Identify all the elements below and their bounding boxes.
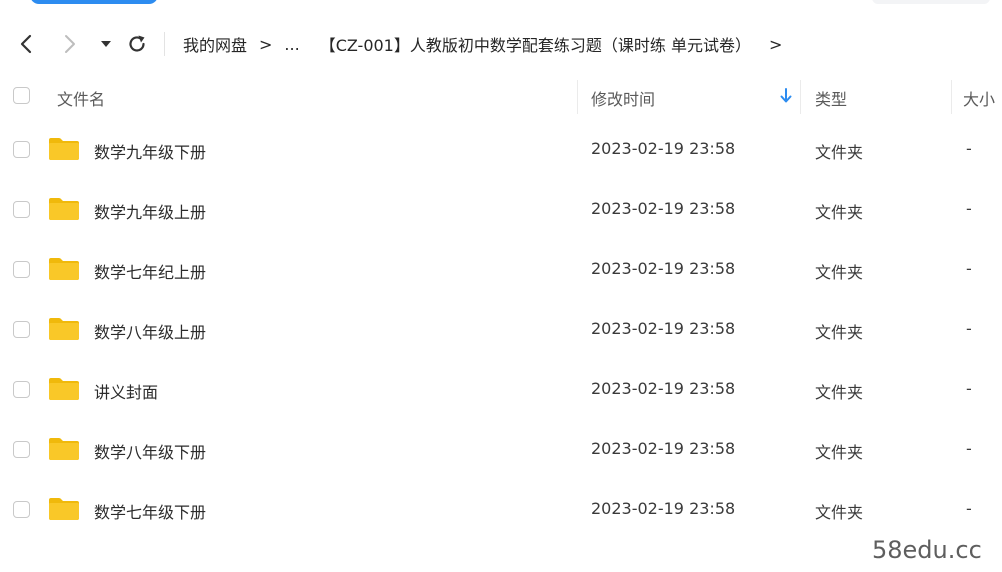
file-name[interactable]: 数学九年级上册 <box>94 199 206 223</box>
row-checkbox[interactable] <box>13 141 30 158</box>
back-button[interactable] <box>14 32 38 56</box>
watermark-text: 58edu.cc <box>872 536 982 564</box>
file-name[interactable]: 数学八年级上册 <box>94 319 206 343</box>
refresh-button[interactable] <box>124 32 150 56</box>
folder-icon <box>49 498 79 520</box>
file-name[interactable]: 数学七年纪上册 <box>94 259 206 283</box>
arrow-down-icon[interactable] <box>778 87 794 105</box>
caret-down-icon <box>101 41 111 47</box>
navigation-bar: 我的网盘 > ... 【CZ-001】人教版初中数学配套练习题（课时练 单元试卷… <box>0 22 1002 66</box>
file-row[interactable]: 数学七年纪上册 2023-02-19 23:58 文件夹 - <box>0 240 1002 300</box>
breadcrumb-separator: > <box>259 34 273 54</box>
top-primary-button-partial[interactable] <box>30 0 158 4</box>
chevron-left-icon <box>20 34 32 54</box>
breadcrumb-ellipsis[interactable]: ... <box>284 35 299 54</box>
file-type: 文件夹 <box>815 383 864 402</box>
file-size: - <box>966 439 972 458</box>
row-checkbox[interactable] <box>13 321 30 338</box>
file-size: - <box>966 259 972 278</box>
file-type: 文件夹 <box>815 323 864 342</box>
file-name[interactable]: 数学九年级下册 <box>94 139 206 163</box>
file-size: - <box>966 319 972 338</box>
breadcrumb-trailing-separator[interactable]: > <box>769 35 782 54</box>
file-size: - <box>966 379 972 398</box>
folder-icon <box>49 318 79 340</box>
row-checkbox[interactable] <box>13 201 30 218</box>
file-type: 文件夹 <box>815 143 864 162</box>
file-type: 文件夹 <box>815 263 864 282</box>
file-list-header: 文件名 修改时间 类型 大小 <box>0 74 1002 118</box>
row-checkbox[interactable] <box>13 501 30 518</box>
file-modified-time: 2023-02-19 23:58 <box>591 319 736 338</box>
breadcrumb: 我的网盘 > ... 【CZ-001】人教版初中数学配套练习题（课时练 单元试卷… <box>183 32 782 56</box>
file-name[interactable]: 数学八年级下册 <box>94 439 206 463</box>
chevron-right-icon <box>65 35 75 53</box>
row-checkbox[interactable] <box>13 441 30 458</box>
file-name[interactable]: 数学七年级下册 <box>94 499 206 523</box>
folder-icon <box>49 198 79 220</box>
column-header-modified[interactable]: 修改时间 <box>591 86 655 110</box>
file-manager-window: 我的网盘 > ... 【CZ-001】人教版初中数学配套练习题（课时练 单元试卷… <box>0 0 1002 572</box>
column-divider[interactable] <box>951 80 952 114</box>
top-right-control-partial[interactable] <box>872 0 990 4</box>
file-modified-time: 2023-02-19 23:58 <box>591 199 736 218</box>
row-checkbox[interactable] <box>13 381 30 398</box>
file-modified-time: 2023-02-19 23:58 <box>591 259 736 278</box>
file-type: 文件夹 <box>815 443 864 462</box>
file-size: - <box>966 499 972 518</box>
file-modified-time: 2023-02-19 23:58 <box>591 439 736 458</box>
nav-divider <box>164 32 165 56</box>
column-header-type[interactable]: 类型 <box>815 86 847 110</box>
file-size: - <box>966 139 972 158</box>
history-dropdown-button[interactable] <box>96 32 116 56</box>
folder-icon <box>49 258 79 280</box>
file-type: 文件夹 <box>815 203 864 222</box>
breadcrumb-root[interactable]: 我的网盘 <box>183 32 247 56</box>
file-row[interactable]: 讲义封面 2023-02-19 23:58 文件夹 - <box>0 360 1002 420</box>
file-list: 数学九年级下册 2023-02-19 23:58 文件夹 - 数学九年级上册 2… <box>0 120 1002 540</box>
folder-icon <box>49 438 79 460</box>
file-name[interactable]: 讲义封面 <box>94 379 158 403</box>
refresh-icon <box>129 35 145 52</box>
forward-button[interactable] <box>58 32 82 56</box>
file-row[interactable]: 数学九年级上册 2023-02-19 23:58 文件夹 - <box>0 180 1002 240</box>
column-header-size[interactable]: 大小 <box>963 86 995 110</box>
column-divider[interactable] <box>800 80 801 114</box>
file-row[interactable]: 数学七年级下册 2023-02-19 23:58 文件夹 - <box>0 480 1002 540</box>
file-row[interactable]: 数学八年级下册 2023-02-19 23:58 文件夹 - <box>0 420 1002 480</box>
file-type: 文件夹 <box>815 503 864 522</box>
file-modified-time: 2023-02-19 23:58 <box>591 139 736 158</box>
breadcrumb-current-folder[interactable]: 【CZ-001】人教版初中数学配套练习题（课时练 单元试卷） <box>320 32 751 56</box>
folder-icon <box>49 138 79 160</box>
column-divider[interactable] <box>577 80 578 114</box>
file-modified-time: 2023-02-19 23:58 <box>591 379 736 398</box>
folder-icon <box>49 378 79 400</box>
select-all-checkbox[interactable] <box>13 87 30 104</box>
file-size: - <box>966 199 972 218</box>
file-row[interactable]: 数学九年级下册 2023-02-19 23:58 文件夹 - <box>0 120 1002 180</box>
file-modified-time: 2023-02-19 23:58 <box>591 499 736 518</box>
row-checkbox[interactable] <box>13 261 30 278</box>
column-header-name[interactable]: 文件名 <box>57 86 105 110</box>
file-row[interactable]: 数学八年级上册 2023-02-19 23:58 文件夹 - <box>0 300 1002 360</box>
